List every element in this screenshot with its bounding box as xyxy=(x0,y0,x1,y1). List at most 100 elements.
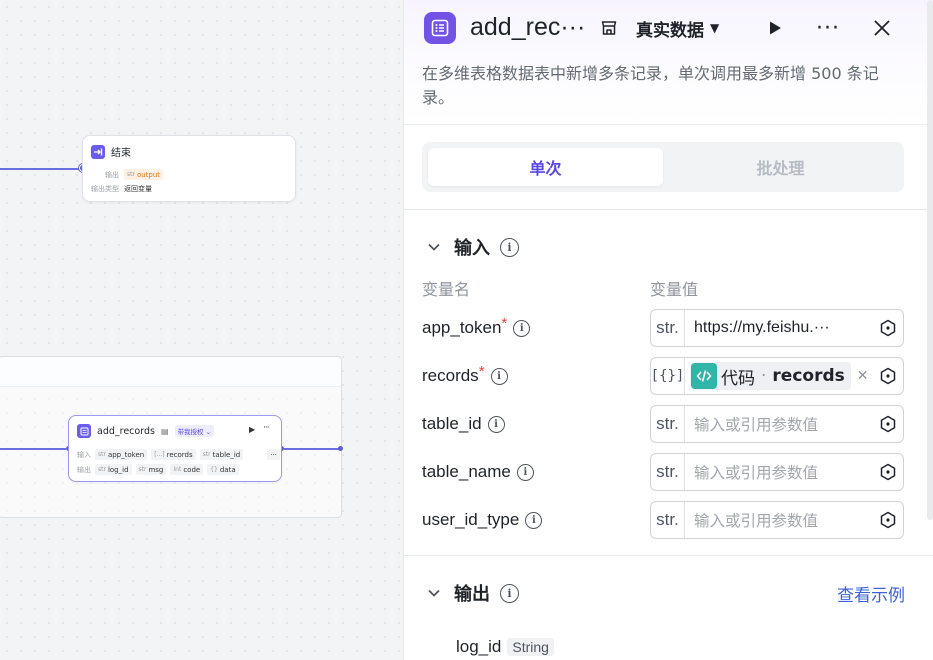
info-icon[interactable]: i xyxy=(487,415,505,433)
output-section-header: 输出 i xyxy=(424,580,519,606)
workflow-canvas[interactable]: 结束 输出 str output 输出类型 返回变量 add_records ▤ … xyxy=(0,0,403,660)
more-icon[interactable]: ··· xyxy=(814,12,842,44)
group-header xyxy=(0,357,341,387)
table-name-field[interactable]: str. 输入或引用参数值 xyxy=(650,453,904,491)
end-node-output-type-label: 输出类型 xyxy=(91,185,119,193)
records-node-output-label: 输出 xyxy=(77,465,91,474)
user-id-type-field[interactable]: str. 输入或引用参数值 xyxy=(650,501,904,539)
records-node-title: add_records xyxy=(97,425,155,437)
type-str-label[interactable]: str. xyxy=(651,502,685,538)
panel-title[interactable]: add_rec··· xyxy=(470,13,585,42)
chevron-down-icon[interactable] xyxy=(424,237,444,257)
records-node-input-tag: str table_id xyxy=(199,449,244,460)
edge-to-end-node xyxy=(0,168,80,170)
ref-separator: · xyxy=(761,366,767,386)
variable-ref-icon[interactable] xyxy=(873,502,903,538)
end-node[interactable]: 结束 输出 str output 输出类型 返回变量 xyxy=(82,135,296,202)
run-button[interactable] xyxy=(764,12,786,44)
data-mode-label: 真实数据 xyxy=(636,20,704,41)
type-str-label[interactable]: str. xyxy=(651,406,685,442)
ref-source-label: 代码 xyxy=(721,368,755,389)
records-node-output-tag: str log_id xyxy=(95,464,132,475)
chevron-down-icon[interactable] xyxy=(424,583,444,603)
node-config-panel: add_rec··· 真实数据 ▼ ··· 在多维表格数据表中新增多条记录，单次… xyxy=(403,0,933,660)
tab-single[interactable]: 单次 xyxy=(428,148,663,186)
info-icon[interactable]: i xyxy=(490,367,508,385)
records-node-run-icon[interactable]: ▶ xyxy=(249,425,255,434)
app-token-input[interactable]: https://my.feishu.··· xyxy=(685,319,873,337)
records-node-output-tag: {} data xyxy=(207,464,239,475)
output-section-title: 输出 xyxy=(454,584,490,605)
type-str-label[interactable]: str. xyxy=(651,310,685,346)
end-node-output-label: 输出 xyxy=(105,170,119,179)
clear-reference-icon[interactable]: ✕ xyxy=(857,368,869,384)
end-icon xyxy=(91,144,105,159)
param-name: user_id_type xyxy=(422,510,520,529)
output-name: log_id xyxy=(456,637,502,656)
param-name: table_id xyxy=(422,414,482,433)
records-node-input-label: 输入 xyxy=(77,450,91,459)
info-icon[interactable]: i xyxy=(525,511,543,529)
column-header-name: 变量名 xyxy=(422,280,471,299)
add-records-node[interactable]: add_records ▤ 带我授权 ⌄ ▶ ··· 输入 str app_tok… xyxy=(68,415,282,482)
info-icon[interactable]: i xyxy=(500,237,519,257)
param-row-table-id: table_id i str. 输入或引用参数值 xyxy=(422,405,904,443)
table-id-field[interactable]: str. 输入或引用参数值 xyxy=(650,405,904,443)
tab-batch[interactable]: 批处理 xyxy=(663,148,898,186)
type-str-label[interactable]: str. xyxy=(651,454,685,490)
param-name: app_token xyxy=(422,318,502,337)
panel-scrollbar[interactable] xyxy=(927,0,933,520)
group-output-port[interactable] xyxy=(338,446,343,451)
variable-ref-icon[interactable] xyxy=(873,454,903,490)
records-node-input-more[interactable]: ··· xyxy=(267,449,280,460)
variable-reference-chip[interactable]: 代码 · records xyxy=(690,362,851,390)
records-node-input-tag: str app_token xyxy=(95,449,148,460)
variable-ref-icon[interactable] xyxy=(873,358,903,394)
user-id-type-input[interactable]: 输入或引用参数值 xyxy=(685,509,873,531)
table-id-input[interactable]: 输入或引用参数值 xyxy=(685,413,873,435)
edge-from-records-node xyxy=(284,448,340,450)
info-icon[interactable]: i xyxy=(500,583,519,603)
type-array-label[interactable]: [{}] xyxy=(651,358,685,394)
close-icon[interactable] xyxy=(870,12,894,44)
records-node-output-tag: Int code xyxy=(170,464,204,475)
app-token-field[interactable]: str. https://my.feishu.··· xyxy=(650,309,904,347)
end-node-output-type-value: 返回变量 xyxy=(124,185,152,193)
records-node-more-icon[interactable]: ··· xyxy=(263,423,270,433)
data-mode-select[interactable]: 真实数据 ▼ xyxy=(636,12,719,44)
bitable-icon xyxy=(424,12,456,44)
input-section-title: 输入 xyxy=(454,238,490,259)
table-name-input[interactable]: 输入或引用参数值 xyxy=(685,461,873,483)
store-icon[interactable] xyxy=(598,12,620,44)
param-name: table_name xyxy=(422,462,511,481)
column-header-value: 变量值 xyxy=(650,280,699,299)
records-node-output-tag: str msg xyxy=(135,464,167,475)
output-item: log_id String xyxy=(456,637,554,657)
records-field[interactable]: [{}] 代码 · records ✕ xyxy=(650,357,904,395)
records-node-badge[interactable]: 带我授权 ⌄ xyxy=(174,425,215,437)
records-node-icon xyxy=(77,424,91,438)
param-row-user-id-type: user_id_type i str. 输入或引用参数值 xyxy=(422,501,904,539)
input-section-header: 输入 i xyxy=(424,234,519,260)
variable-ref-icon[interactable] xyxy=(873,310,903,346)
records-node-store-icon: ▤ xyxy=(160,426,169,436)
divider xyxy=(404,209,933,210)
mode-tabs: 单次 批处理 xyxy=(422,142,904,192)
required-mark: * xyxy=(501,315,508,332)
info-icon[interactable]: i xyxy=(513,319,531,337)
node-description: 在多维表格数据表中新增多条记录，单次调用最多新增 500 条记录。 xyxy=(422,64,879,107)
variable-ref-icon[interactable] xyxy=(873,406,903,442)
ref-variable-label: records xyxy=(772,366,845,386)
param-name: records xyxy=(422,366,479,385)
records-node-input-tag: [...] records xyxy=(151,449,196,460)
required-mark: * xyxy=(478,363,485,380)
edge-to-records-node xyxy=(0,448,66,450)
param-row-app-token: app_token * i str. https://my.feishu.··· xyxy=(422,309,904,347)
caret-down-icon: ▼ xyxy=(710,21,720,35)
panel-header: add_rec··· 真实数据 ▼ ··· 在多维表格数据表中新增多条记录，单次… xyxy=(404,0,933,125)
divider xyxy=(404,555,933,556)
param-row-records: records * i [{}] 代码 · records ✕ xyxy=(422,357,904,395)
info-icon[interactable]: i xyxy=(516,463,534,481)
end-node-output-tag: str output xyxy=(124,169,164,180)
view-example-link[interactable]: 查看示例 xyxy=(837,581,905,606)
